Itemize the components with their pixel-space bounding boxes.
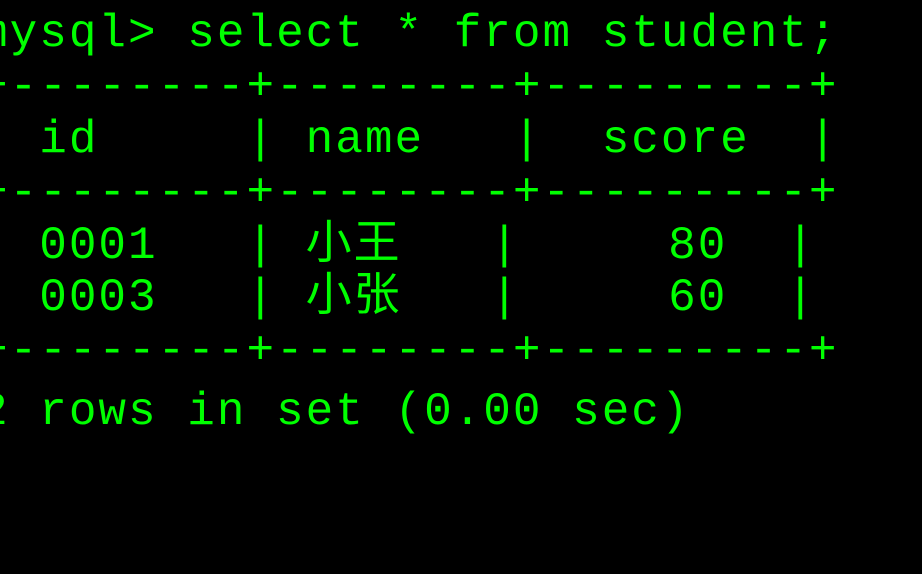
table-border-top: +--------+--------+---------+	[0, 61, 922, 114]
query-status: 2 rows in set (0.00 sec)	[0, 378, 922, 439]
table-row: | 0003 | 小张 | 60 |	[0, 272, 922, 325]
prompt-line: mysql> select * from student;	[0, 0, 922, 61]
table-header-row: | id | name | score |	[0, 114, 922, 167]
mysql-prompt: mysql>	[0, 8, 158, 60]
mysql-terminal: mysql> select * from student; +--------+…	[0, 0, 922, 439]
sql-query: select * from student;	[187, 8, 838, 60]
table-row: | 0001 | 小王 | 80 |	[0, 220, 922, 273]
table-border-bottom: +--------+--------+---------+	[0, 325, 922, 378]
table-border-mid: +--------+--------+---------+	[0, 167, 922, 220]
